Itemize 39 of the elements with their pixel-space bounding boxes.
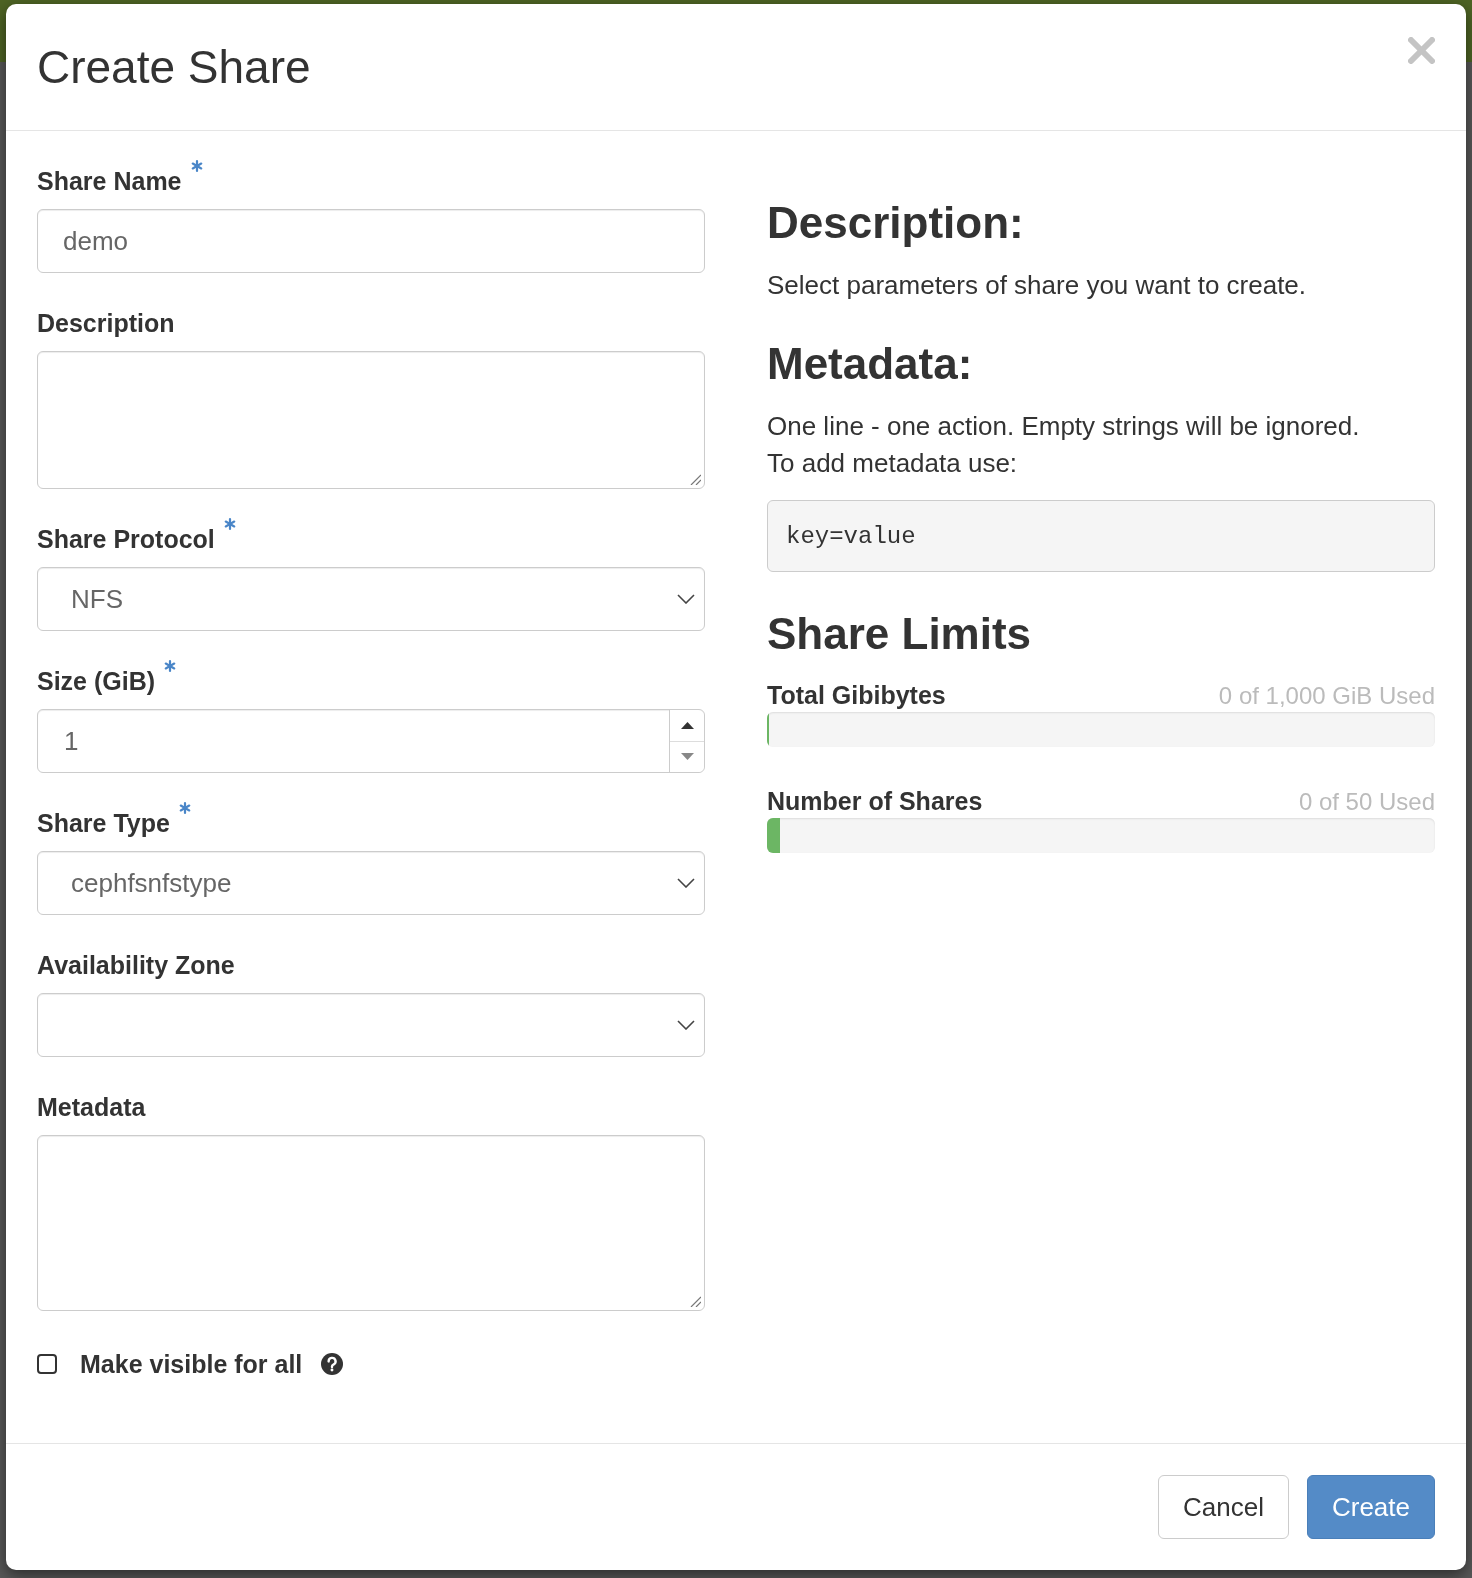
field-label: Metadata — [37, 1092, 146, 1123]
field-label: Share Protocol — [37, 524, 215, 555]
resize-grip-icon[interactable] — [689, 473, 701, 485]
field-label: Share Type — [37, 808, 170, 839]
close-icon — [1408, 37, 1435, 64]
select-field[interactable]: NFS — [37, 567, 705, 631]
section-heading: Description: — [767, 199, 1025, 247]
number-input-field[interactable]: 1 — [37, 709, 705, 773]
caret-up-icon — [680, 721, 694, 729]
limit-label: Number of Shares — [767, 786, 983, 817]
caret-down-icon — [680, 753, 694, 761]
help-text: Select parameters of share you want to create. — [767, 269, 1308, 302]
text-input-field[interactable]: demo — [37, 209, 705, 273]
textarea-field[interactable] — [37, 351, 705, 489]
chevron-down-icon — [677, 878, 695, 888]
checkbox[interactable] — [37, 1354, 57, 1374]
select-field[interactable]: cephfsnfstype — [37, 851, 705, 915]
section-heading: Share Limits — [767, 610, 1033, 658]
code-example: key=value — [767, 500, 1435, 572]
chevron-down-icon — [677, 594, 695, 604]
help-text: To add metadata use: — [767, 447, 1019, 480]
field-label: Description — [37, 308, 175, 339]
checkbox-label[interactable]: Make visible for all — [80, 1347, 303, 1381]
usage-reading: 0 of 50 Used — [1298, 787, 1435, 817]
limit-label: Total Gibibytes — [767, 680, 946, 711]
usage-reading: 0 of 1,000 GiB Used — [1218, 681, 1435, 711]
field-label: Share Name — [37, 166, 182, 197]
section-heading: Metadata: — [767, 340, 974, 388]
help-icon[interactable] — [321, 1353, 344, 1375]
textarea-field[interactable] — [37, 1135, 705, 1311]
dialog-title: Create Share — [37, 41, 311, 93]
create-button[interactable]: Create — [1306, 1475, 1435, 1539]
resize-grip-icon[interactable] — [689, 1295, 701, 1307]
select-field[interactable] — [37, 993, 705, 1057]
chevron-down-icon — [677, 1020, 695, 1030]
help-text: One line - one action. Empty strings will be ignored. — [767, 410, 1361, 443]
cancel-button[interactable]: Cancel — [1158, 1475, 1289, 1539]
field-label: Size (GiB) — [37, 666, 156, 697]
field-label: Availability Zone — [37, 950, 235, 981]
